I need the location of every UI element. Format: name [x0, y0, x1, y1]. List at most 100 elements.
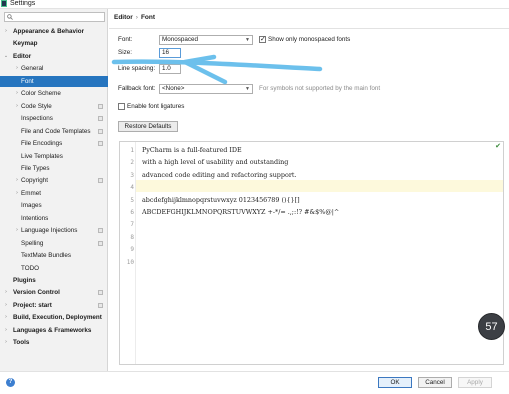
sidebar-item-file-encodings[interactable]: File Encodings: [0, 138, 108, 149]
sidebar-item-label: Editor: [13, 52, 32, 60]
chevron-right-icon[interactable]: ›: [3, 300, 9, 311]
sidebar-item-plugins[interactable]: Plugins: [0, 275, 108, 286]
breadcrumb-divider: [109, 28, 509, 29]
sidebar-item-keymap[interactable]: Keymap: [0, 38, 108, 49]
project-scope-icon: [98, 302, 103, 308]
size-field[interactable]: 16: [159, 48, 181, 58]
help-icon[interactable]: ?: [6, 378, 15, 387]
sidebar-item-font[interactable]: Font: [0, 75, 108, 87]
chevron-right-icon[interactable]: ›: [3, 325, 9, 336]
sidebar-item-project-start[interactable]: › Project: start: [0, 300, 108, 311]
settings-search-input[interactable]: [4, 12, 105, 22]
sidebar-item-label: Keymap: [13, 40, 38, 48]
line-number: 5: [130, 196, 134, 204]
font-preview-editor[interactable]: 1 2 3 4 5 6 7 8 9 10 PyCharm is a full-featured I…: [119, 141, 504, 365]
fallback-font-combobox[interactable]: <None> ▼: [159, 84, 253, 94]
sidebar-item-language-injections[interactable]: › Language Injections: [0, 225, 108, 236]
chevron-right-icon[interactable]: ›: [3, 287, 9, 298]
fallback-font-label: Fallback font:: [118, 85, 156, 92]
sidebar-item-emmet[interactable]: › Emmet: [0, 188, 108, 199]
sidebar-item-build-execution-deployment[interactable]: › Build, Execution, Deployment: [0, 312, 108, 323]
sidebar-item-label: Live Templates: [21, 152, 63, 160]
preview-line: ABCDEFGHIJKLMNOPQRSTUVWXYZ +-*/= .,;:!? …: [142, 208, 340, 216]
sidebar-item-label: Copyright: [21, 177, 48, 185]
chevron-right-icon[interactable]: ›: [14, 63, 20, 74]
line-number: 7: [130, 221, 134, 229]
font-ligatures-checkbox[interactable]: [118, 103, 125, 110]
sidebar-item-label: Spelling: [21, 239, 44, 247]
project-scope-icon: [98, 103, 103, 109]
sidebar-item-textmate-bundles[interactable]: TextMate Bundles: [0, 250, 108, 261]
project-scope-icon: [98, 228, 103, 234]
preview-line: PyCharm is a full-featured IDE: [142, 146, 242, 154]
sidebar-item-languages-frameworks[interactable]: › Languages & Frameworks: [0, 325, 108, 336]
preview-line: advanced code editing and refactoring su…: [142, 170, 297, 179]
sidebar-item-label: Tools: [13, 339, 30, 347]
cancel-button[interactable]: Cancel: [418, 377, 452, 388]
sidebar-item-inspections[interactable]: Inspections: [0, 113, 108, 124]
line-number: 8: [130, 233, 134, 241]
chevron-right-icon[interactable]: ›: [14, 88, 20, 99]
restore-defaults-button[interactable]: Restore Defaults: [118, 121, 178, 132]
sidebar-item-file-types[interactable]: File Types: [0, 163, 108, 174]
line-number: 4: [130, 184, 134, 192]
project-scope-icon: [98, 116, 103, 122]
font-combobox[interactable]: Monospaced ▼: [159, 35, 253, 45]
line-number: 10: [126, 258, 134, 266]
chevron-down-icon: ▼: [245, 37, 250, 43]
sidebar-item-editor[interactable]: ⌄ Editor: [0, 51, 108, 62]
chevron-right-icon[interactable]: ›: [3, 312, 9, 323]
sidebar-item-label: Font: [21, 77, 34, 85]
project-scope-icon: [98, 128, 103, 134]
dialog-footer: ? OK Cancel Apply: [0, 371, 509, 394]
sidebar-item-general[interactable]: › General: [0, 63, 108, 74]
sidebar-item-label: Images: [21, 202, 42, 210]
sidebar-item-images[interactable]: Images: [0, 200, 108, 211]
sidebar-item-label: TextMate Bundles: [21, 252, 72, 260]
sidebar-item-label: Code Style: [21, 102, 52, 110]
breadcrumb-current: Font: [140, 14, 156, 21]
show-monospaced-label[interactable]: Show only monospaced fonts: [268, 35, 350, 44]
sidebar-item-todo[interactable]: TODO: [0, 263, 108, 274]
sidebar-item-intentions[interactable]: Intentions: [0, 213, 108, 224]
sidebar-item-label: General: [21, 65, 44, 73]
line-spacing-label: Line spacing:: [118, 65, 156, 72]
sidebar-item-spelling[interactable]: Spelling: [0, 238, 108, 249]
breadcrumb-parent[interactable]: Editor: [114, 14, 133, 21]
current-line-highlight: [120, 180, 503, 192]
chevron-right-icon[interactable]: ›: [14, 225, 20, 236]
line-number: 2: [130, 159, 134, 167]
sidebar-item-label: File Types: [21, 164, 50, 172]
line-number-gutter: 1 2 3 4 5 6 7 8 9 10: [120, 142, 136, 364]
ok-button[interactable]: OK: [378, 377, 412, 388]
sidebar-item-label: TODO: [21, 264, 40, 272]
sidebar-item-file-and-code-templates[interactable]: File and Code Templates: [0, 126, 108, 137]
chevron-right-icon[interactable]: ›: [14, 175, 20, 186]
sidebar-item-color-scheme[interactable]: › Color Scheme: [0, 88, 108, 99]
chevron-right-icon[interactable]: ›: [14, 101, 20, 112]
apply-button[interactable]: Apply: [458, 377, 492, 388]
sidebar-item-tools[interactable]: › Tools: [0, 337, 108, 348]
line-number: 1: [130, 147, 134, 154]
project-scope-icon: [98, 178, 103, 184]
floating-counter-badge[interactable]: 57: [478, 313, 505, 340]
sidebar-item-live-templates[interactable]: Live Templates: [0, 151, 108, 162]
sidebar-item-appearance-behavior[interactable]: › Appearance & Behavior: [0, 26, 108, 37]
project-scope-icon: [98, 290, 103, 296]
font-combobox-value: Monospaced: [162, 36, 199, 43]
font-settings-panel: Editor›Font Font: Monospaced ▼ Show only…: [109, 9, 509, 371]
sidebar-item-code-style[interactable]: › Code Style: [0, 101, 108, 112]
chevron-right-icon[interactable]: ›: [3, 26, 9, 37]
chevron-down-icon[interactable]: ⌄: [3, 51, 9, 62]
line-spacing-field[interactable]: 1.0: [159, 64, 181, 74]
checkmark-icon: ✔: [495, 143, 501, 150]
line-number: 9: [130, 246, 134, 254]
sidebar-item-label: Color Scheme: [21, 90, 61, 98]
font-ligatures-label[interactable]: Enable font ligatures: [127, 102, 184, 111]
chevron-right-icon[interactable]: ›: [3, 337, 9, 348]
sidebar-item-version-control[interactable]: › Version Control: [0, 287, 108, 298]
chevron-right-icon[interactable]: ›: [14, 188, 20, 199]
sidebar-item-copyright[interactable]: › Copyright: [0, 175, 108, 186]
show-monospaced-checkbox[interactable]: [259, 35, 266, 43]
breadcrumb: Editor › Font: [114, 14, 155, 21]
